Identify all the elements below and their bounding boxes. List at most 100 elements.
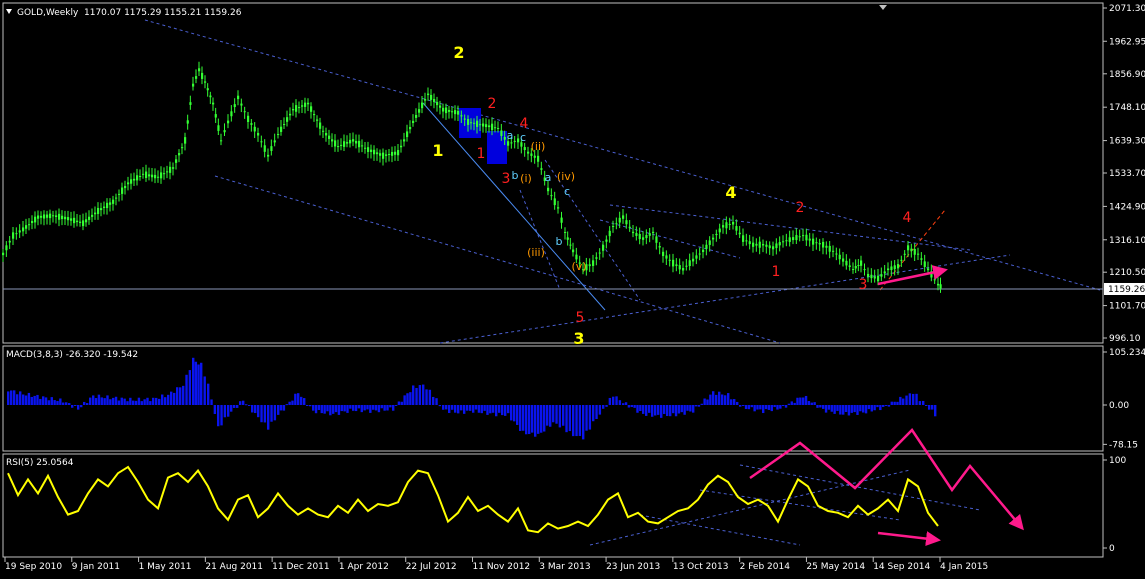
macd-bar [22, 394, 25, 405]
macd-bar [627, 405, 631, 408]
candle-body [280, 126, 283, 132]
wave-label: 2 [796, 200, 805, 216]
macd-tick-label: -78.15 [1109, 440, 1138, 450]
wave-label: 4 [520, 116, 529, 132]
candle-body [491, 123, 494, 131]
macd-bar [686, 405, 689, 411]
macd-bar [669, 405, 672, 417]
macd-bar [742, 405, 745, 406]
macd-bar [654, 405, 657, 416]
candle-body [805, 234, 808, 241]
candle-body [316, 119, 319, 121]
candle-body [154, 174, 157, 179]
candle-body [163, 173, 166, 175]
wave-label: b [556, 235, 563, 248]
candle-body [622, 215, 625, 219]
macd-bar [822, 405, 825, 409]
macd-bar [403, 395, 406, 405]
macd-bar [602, 405, 605, 409]
macd-bar [188, 370, 192, 405]
time-tick-label: 22 Jul 2012 [406, 562, 457, 572]
macd-bar [10, 390, 13, 405]
candle-body [808, 238, 811, 241]
macd-bar [349, 405, 352, 409]
macd-bar [582, 405, 585, 440]
macd-axis: 105.234 0.00 -78.15 [1103, 348, 1145, 450]
candle-body [645, 235, 648, 239]
macd-bar [451, 405, 454, 410]
candle-body [792, 237, 795, 241]
price-tick-label: 1962.95 [1109, 37, 1145, 47]
candle-body [43, 214, 46, 219]
candle-body [382, 152, 385, 159]
candle-body [355, 140, 358, 144]
macd-bar [469, 405, 472, 411]
macd-bar [928, 405, 931, 410]
macd-bar [418, 385, 422, 405]
candle-body [655, 236, 658, 243]
macd-bar [354, 405, 358, 412]
candle-body [608, 230, 611, 237]
candle-body [178, 153, 181, 156]
macd-bar [326, 405, 329, 412]
macd-bar [492, 405, 495, 413]
macd-bar [282, 405, 286, 411]
macd-bar [572, 405, 575, 437]
candle-body [564, 231, 567, 233]
candle-body [755, 243, 758, 246]
macd-bar [445, 405, 448, 410]
macd-bar [277, 405, 280, 415]
candle-body [22, 227, 25, 232]
candle-body [273, 140, 276, 143]
macd-bar [7, 391, 10, 405]
macd-bar [383, 405, 386, 411]
macd-bar [498, 405, 501, 413]
wave-label: 4 [725, 183, 736, 202]
candle-body [838, 254, 841, 260]
macd-bar [859, 405, 862, 412]
macd-bar [543, 405, 546, 432]
candle-body [510, 142, 513, 144]
macd-bar [833, 405, 836, 414]
macd-bar [615, 396, 618, 405]
macd-bar [317, 405, 321, 410]
candle-body [331, 139, 334, 142]
macd-bar [185, 374, 188, 405]
candle-body [181, 147, 184, 149]
macd-bar [483, 405, 486, 411]
macd-bar [884, 404, 888, 406]
macd-bar [750, 405, 753, 408]
macd-bar [323, 405, 326, 414]
macd-bar [882, 405, 885, 407]
macd-bar [683, 405, 686, 415]
macd-bar [182, 385, 185, 405]
macd-bar [27, 392, 31, 405]
macd-bar [360, 405, 363, 413]
macd-bar [870, 405, 873, 412]
macd-bar [522, 405, 525, 431]
price-tick-label: 996.10 [1109, 334, 1141, 344]
macd-bar [534, 405, 537, 437]
candle-body [566, 237, 569, 240]
price-tick-label: 2071.30 [1109, 4, 1145, 14]
macd-bar [47, 400, 51, 405]
macd-bar [842, 405, 845, 415]
macd-bar [507, 405, 510, 414]
candle-body [145, 171, 148, 178]
macd-bar [129, 397, 132, 405]
candle-body [439, 105, 442, 108]
candle-body [722, 225, 725, 228]
candle-body [253, 126, 256, 132]
candle-body [139, 175, 142, 177]
macd-bar [167, 394, 170, 405]
wave-label: a [545, 171, 552, 184]
candle-body [220, 140, 223, 142]
macd-bar [207, 383, 210, 405]
candle-body [917, 253, 920, 255]
candle-body [46, 214, 49, 218]
macd-bar [844, 405, 848, 413]
candle-body [795, 235, 798, 241]
candle-body [322, 130, 325, 132]
time-tick-label: 14 Sep 2014 [873, 562, 930, 572]
candle-body [169, 166, 172, 173]
